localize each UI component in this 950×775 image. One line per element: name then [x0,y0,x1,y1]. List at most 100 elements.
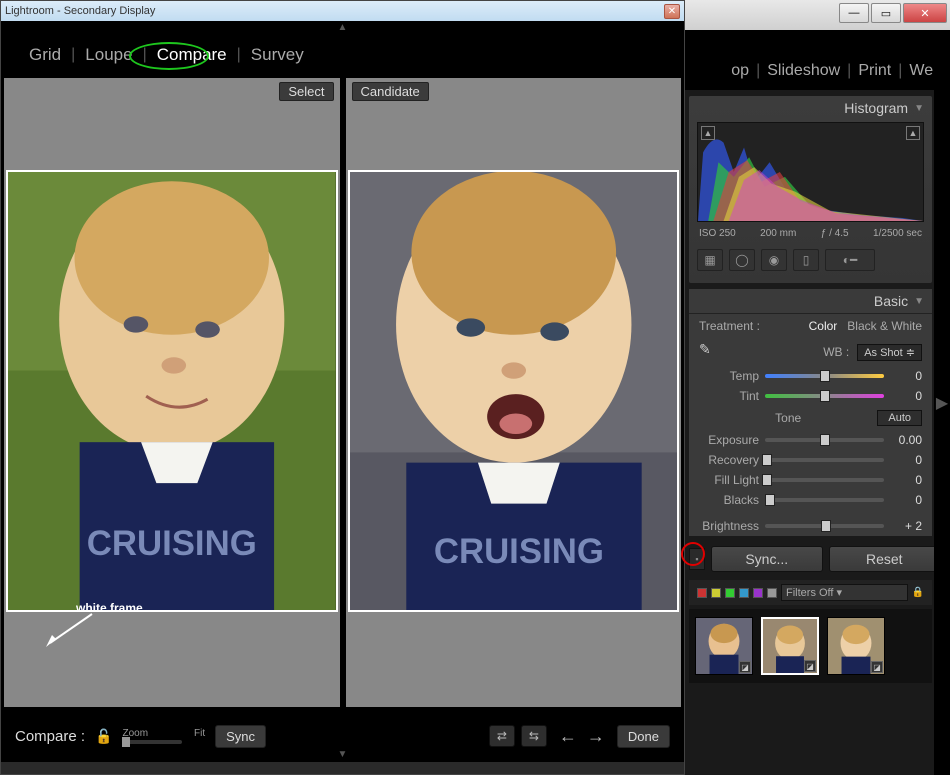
maximize-icon[interactable]: ▭ [871,3,901,23]
grad-tool-icon[interactable]: ▯ [793,249,819,271]
fill-value[interactable]: 0 [890,473,922,487]
brightness-slider[interactable] [765,524,884,528]
module-develop[interactable]: op [731,62,749,80]
filter-red[interactable] [697,588,707,598]
tint-slider[interactable] [765,394,884,398]
basic-title: Basic [874,293,908,309]
temp-label: Temp [699,369,759,383]
brush-tool-icon[interactable]: ◐━ [825,249,875,271]
spot-tool-icon[interactable]: ◯ [729,249,755,271]
panel-collapse-icon[interactable]: ▼ [914,296,924,307]
filter-lock-icon[interactable]: 🔒 [912,587,924,598]
main-window-right: — ▭ ✕ op | Slideshow | Print | Web Histo… [685,0,950,775]
exposure-label: Exposure [699,433,759,447]
temp-slider[interactable] [765,374,884,378]
temp-thumb[interactable] [820,370,830,382]
filter-purple[interactable] [753,588,763,598]
minimize-icon[interactable]: — [839,3,869,23]
filter-none[interactable] [767,588,777,598]
zoom-slider-thumb[interactable] [122,737,130,747]
module-slideshow[interactable]: Slideshow [767,62,840,80]
annotation-arrow [42,609,102,649]
module-print[interactable]: Print [858,62,891,80]
panel-switch[interactable]: ▪ [689,548,705,570]
tab-survey[interactable]: Survey [241,45,314,65]
panel-expand-top[interactable]: ▲ [1,21,684,35]
basic-panel: Basic ▼ Treatment : Color Black & White … [689,289,932,536]
auto-tone-button[interactable]: Auto [877,410,922,426]
sync-button[interactable]: Sync [215,725,266,748]
fill-thumb[interactable] [762,474,772,486]
filmstrip-thumb[interactable]: ◪ [761,617,819,675]
temp-slider-row: Temp 0 [689,366,932,386]
blacks-thumb[interactable] [765,494,775,506]
recovery-value[interactable]: 0 [890,453,922,467]
done-button[interactable]: Done [617,725,670,748]
redeye-tool-icon[interactable]: ◉ [761,249,787,271]
tint-thumb[interactable] [820,390,830,402]
tool-strip: ▦ ◯ ◉ ▯ ◐━ [689,243,932,277]
select-pane[interactable]: Select CRUISING white frame [4,78,340,707]
swap-icon[interactable]: ⇄ [489,725,515,747]
histogram-graph[interactable]: ▲ ▲ [697,122,924,222]
tint-value[interactable]: 0 [890,389,922,403]
fill-slider-row: Fill Light 0 [689,470,932,490]
filter-preset-select[interactable]: Filters Off ▾ [781,584,908,601]
prev-arrow-icon[interactable]: ← [557,726,579,747]
wb-dropper-icon[interactable]: ✎ [699,341,721,363]
recovery-label: Recovery [699,453,759,467]
tint-slider-row: Tint 0 [689,386,932,406]
svg-text:CRUISING: CRUISING [433,533,603,571]
shadow-clip-icon[interactable]: ▲ [701,126,715,140]
exposure-value[interactable]: 0.00 [890,433,922,447]
histogram-panel: Histogram ▼ ▲ ▲ ISO 250 200 mm ƒ / 4.5 1… [689,96,932,283]
module-picker: op | Slideshow | Print | Web [685,52,950,90]
highlight-clip-icon[interactable]: ▲ [906,126,920,140]
close-icon[interactable]: ✕ [903,3,947,23]
temp-value[interactable]: 0 [890,369,922,383]
wb-select[interactable]: As Shot ≑ [857,344,922,361]
brightness-slider-row: Brightness + 2 [689,516,932,536]
exposure-thumb[interactable] [820,434,830,446]
filter-green[interactable] [725,588,735,598]
reset-button[interactable]: Reset [829,546,941,572]
blacks-value[interactable]: 0 [890,493,922,507]
panel-collapse-icon[interactable]: ▼ [914,103,924,114]
blacks-slider[interactable] [765,498,884,502]
zoom-slider[interactable] [122,740,182,744]
annotation-white-frame-label: white frame [76,601,143,615]
brightness-thumb[interactable] [821,520,831,532]
filter-blue[interactable] [739,588,749,598]
identity-plate-area [685,30,950,52]
panel-expand-bottom[interactable]: ▼ [338,749,348,760]
exposure-slider[interactable] [765,438,884,442]
tab-grid[interactable]: Grid [19,45,71,65]
make-select-icon[interactable]: ⇆ [521,725,547,747]
filmstrip-thumb[interactable]: ◪ [827,617,885,675]
filmstrip-thumb[interactable]: ◪ [695,617,753,675]
tone-label: Tone [699,411,877,425]
histogram-title: Histogram [844,100,908,116]
treatment-color[interactable]: Color [809,319,838,333]
brightness-value[interactable]: + 2 [890,519,922,533]
meta-shutter: 1/2500 sec [873,228,922,239]
exposure-slider-row: Exposure 0.00 [689,430,932,450]
tab-compare[interactable]: Compare [147,45,237,65]
fit-label: Fit [194,728,205,739]
candidate-pane[interactable]: Candidate CRUISING [346,78,682,707]
blacks-label: Blacks [699,493,759,507]
next-arrow-icon[interactable]: → [585,726,607,747]
filmstrip[interactable]: ◪ ◪ ◪ [689,609,932,683]
recovery-slider[interactable] [765,458,884,462]
sync-button[interactable]: Sync... [711,546,823,572]
thumb-badge-icon: ◪ [871,661,883,673]
recovery-thumb[interactable] [762,454,772,466]
close-icon[interactable]: ✕ [664,4,680,19]
fill-slider[interactable] [765,478,884,482]
filter-yellow[interactable] [711,588,721,598]
tab-loupe[interactable]: Loupe [75,45,142,65]
lock-icon[interactable]: 🔓 [95,728,112,745]
treatment-bw[interactable]: Black & White [847,319,922,333]
right-panel-collapse[interactable]: ▶ [934,30,950,775]
crop-tool-icon[interactable]: ▦ [697,249,723,271]
